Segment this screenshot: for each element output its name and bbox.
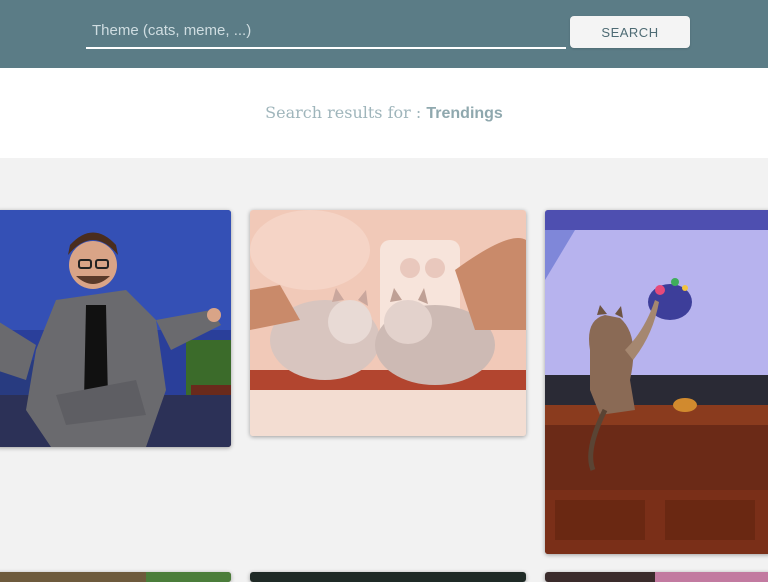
gif-thumbnail	[0, 572, 231, 582]
search-input[interactable]	[86, 14, 566, 47]
gif-card-man-shrugging[interactable]	[0, 210, 231, 447]
search-field[interactable]	[86, 14, 566, 49]
gif-card-partial[interactable]	[545, 572, 768, 582]
results-term: Trendings	[426, 105, 503, 122]
results-heading: Search results for : Trendings	[0, 103, 768, 123]
gif-thumbnail	[250, 210, 526, 436]
gif-thumbnail	[545, 572, 768, 582]
gif-thumbnail	[0, 210, 231, 447]
gif-card-kittens[interactable]	[250, 210, 526, 436]
gif-thumbnail	[545, 210, 768, 554]
top-bar: SEARCH	[0, 0, 768, 68]
gif-card-partial[interactable]	[250, 572, 526, 582]
gif-thumbnail	[250, 572, 526, 582]
gif-card-partial[interactable]	[0, 572, 231, 582]
results-header: Search results for : Trendings	[0, 68, 768, 158]
search-button[interactable]: SEARCH	[570, 16, 690, 48]
results-prefix: Search results for :	[265, 103, 427, 122]
gif-card-cat-tv[interactable]	[545, 210, 768, 554]
